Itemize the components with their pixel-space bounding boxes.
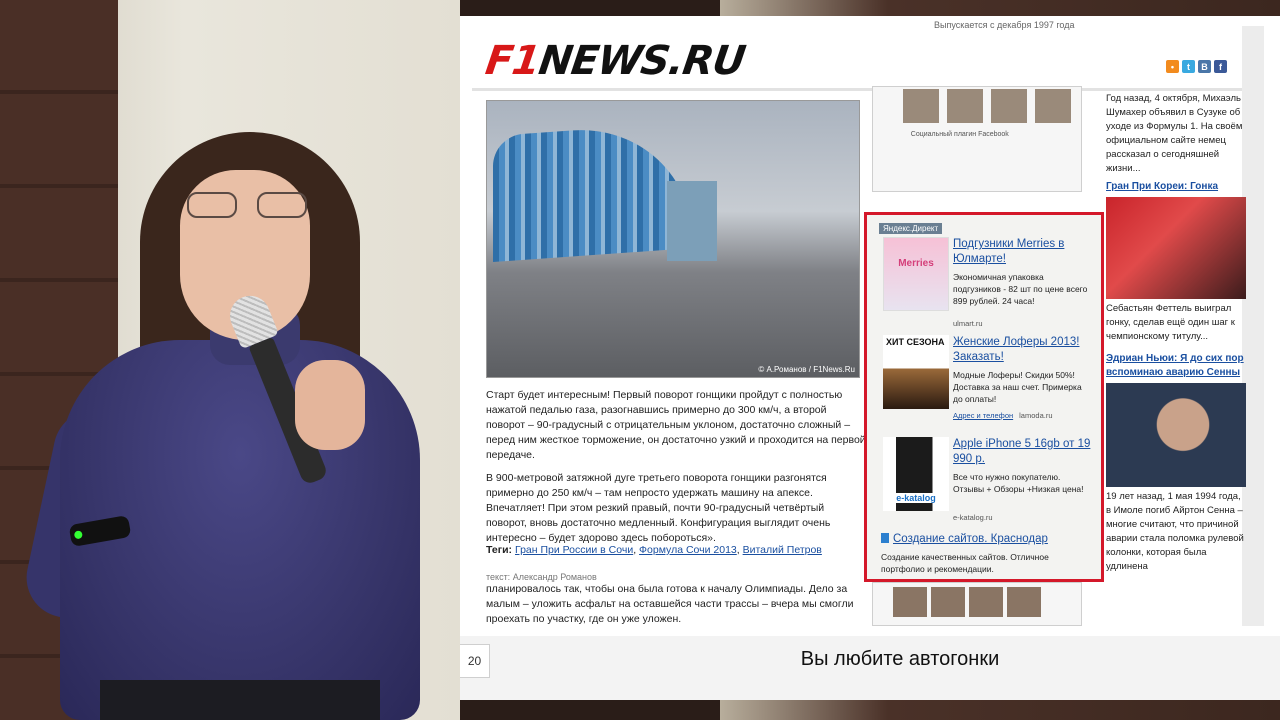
social-icons: • t B f	[1166, 60, 1227, 73]
loafers-ad-image[interactable]: ХИТ СЕЗОНА	[883, 335, 949, 409]
slide-number: 20	[460, 644, 490, 678]
article-paragraph: В 900-метровой затяжной дуге третьего по…	[486, 472, 831, 544]
ad-title-link[interactable]: Создание сайтов. Краснодар	[881, 533, 1048, 545]
twitter-icon[interactable]: t	[1182, 60, 1195, 73]
site-tagline: Выпускается с декабря 1997 года	[934, 20, 1075, 30]
article-photo: © А.Романов / F1News.Ru	[486, 100, 860, 378]
article-author: текст: Александр Романов	[486, 572, 597, 582]
glasses	[187, 192, 307, 218]
slide-caption: Вы любите автогонки	[800, 648, 1000, 670]
ad-item[interactable]: Merries Подгузники Merries в Юлмарте! Эк…	[879, 237, 1091, 331]
ads-header: Яндекс.Директ	[879, 223, 943, 234]
tag-link[interactable]: Гран При России в Сочи	[515, 544, 633, 556]
article-body: Старт будет интересным! Первый поворот г…	[486, 388, 866, 554]
tags-label: Теги:	[486, 544, 513, 556]
article-paragraph: планировалось так, чтобы она была готова…	[486, 583, 854, 625]
ad-description: Создание качественных сайтов. Отличное п…	[881, 552, 1049, 574]
header-divider	[472, 88, 1242, 91]
news-column: Год назад, 4 октября, Михаэль Шумахер об…	[1106, 92, 1246, 574]
diapers-ad-image[interactable]: Merries	[883, 237, 949, 311]
ad-description: Все что нужно покупателю. Отзывы + Обзор…	[953, 472, 1084, 494]
ad-item[interactable]: e-katalog Apple iPhone 5 16gb от 19 990 …	[879, 437, 1091, 527]
news-image-portrait[interactable]	[1106, 383, 1246, 487]
site-logo: F1NEWS.RU	[482, 38, 748, 84]
ad-address-link[interactable]: Адрес и телефон	[953, 411, 1013, 420]
ad-title-link[interactable]: Женские Лоферы 2013! Заказать!	[953, 335, 1093, 365]
facebook-widget: Социальный плагин Facebook	[872, 86, 1082, 192]
tag-link[interactable]: Виталий Петров	[743, 544, 822, 556]
facebook-plugin-label: Социальный плагин Facebook	[910, 131, 1009, 138]
tag-link[interactable]: Формула Сочи 2013	[639, 544, 737, 556]
website-screenshot: Выпускается с декабря 1997 года F1NEWS.R…	[472, 16, 1268, 626]
speaker-hand	[295, 360, 365, 450]
ad-item[interactable]: ХИТ СЕЗОНА Женские Лоферы 2013! Заказать…	[879, 335, 1091, 431]
news-headline-link[interactable]: Эдриан Ньюи: Я до сих пор вспоминаю авар…	[1106, 352, 1246, 380]
ad-source[interactable]: ulmart.ru	[953, 319, 983, 328]
rss-icon[interactable]: •	[1166, 60, 1179, 73]
news-image-podium[interactable]	[1106, 197, 1246, 299]
building	[667, 181, 717, 261]
news-text: Себастьян Феттель выиграл гонку, сделав …	[1106, 303, 1235, 342]
ad-description: Модные Лоферы! Скидки 50%! Доставка за н…	[953, 370, 1082, 404]
presentation-slide: Выпускается с декабря 1997 года F1NEWS.R…	[460, 16, 1280, 700]
facebook-avatars-bottom	[872, 582, 1082, 626]
photo-credit: © А.Романов / F1News.Ru	[758, 365, 855, 374]
ice-arena-building	[493, 122, 693, 262]
vkontakte-icon[interactable]: B	[1198, 60, 1211, 73]
yandex-direct-ads: Яндекс.Директ Merries Подгузники Merries…	[864, 212, 1104, 582]
article-paragraph: Старт будет интересным! Первый поворот г…	[486, 389, 866, 461]
ad-source: Адрес и телефон lamoda.ru	[953, 411, 1053, 420]
speaker	[19, 120, 420, 720]
news-text: 19 лет назад, 1 мая 1994 года, в Имоле п…	[1106, 491, 1244, 572]
ad-title-link[interactable]: Apple iPhone 5 16gb от 19 990 р.	[953, 437, 1093, 467]
news-text: Год назад, 4 октября, Михаэль Шумахер об…	[1106, 93, 1243, 174]
ad-source[interactable]: e-katalog.ru	[953, 513, 993, 522]
iphone-ad-image[interactable]: e-katalog	[883, 437, 949, 511]
ad-title-link[interactable]: Подгузники Merries в Юлмарте!	[953, 237, 1093, 267]
facebook-icon[interactable]: f	[1214, 60, 1227, 73]
speaker-pants	[100, 680, 380, 720]
ad-description: Экономичная упаковка подгузников - 82 шт…	[953, 272, 1088, 306]
news-headline-link[interactable]: Гран При Кореи: Гонка	[1106, 180, 1246, 194]
article-tags: Теги: Гран При России в Сочи, Формула Со…	[486, 544, 822, 556]
facebook-avatars	[903, 89, 1071, 123]
